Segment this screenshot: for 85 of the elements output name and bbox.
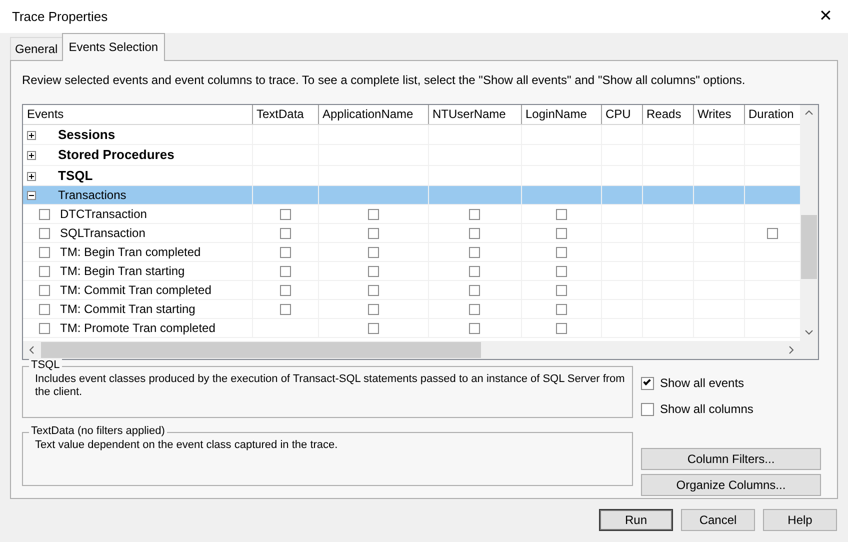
scroll-down-icon[interactable] xyxy=(805,330,813,335)
column-checkbox[interactable] xyxy=(280,228,290,240)
scroll-thumb[interactable] xyxy=(801,215,817,279)
scroll-thumb[interactable] xyxy=(41,342,481,358)
column-header[interactable]: Reads xyxy=(642,105,693,124)
event-checkbox[interactable] xyxy=(39,247,50,258)
dialog-button[interactable]: Help xyxy=(763,509,837,531)
column-checkbox[interactable] xyxy=(280,247,290,258)
instructions-text: Review selected events and event columns to trace. To see a complete list, select the "Show all events" and "Show all columns" options. xyxy=(22,72,746,89)
expand-toggle[interactable] xyxy=(27,191,36,200)
event-label: SQLTransaction xyxy=(60,226,146,240)
tab[interactable]: Events Selection xyxy=(62,33,166,61)
column-header[interactable]: Duration xyxy=(744,105,800,124)
expand-toggle[interactable] xyxy=(27,172,36,181)
column-checkbox[interactable] xyxy=(469,209,480,220)
column-checkbox[interactable] xyxy=(556,323,566,334)
horizontal-scrollbar[interactable] xyxy=(23,341,800,359)
close-button[interactable]: ✕ xyxy=(815,8,836,24)
column-checkbox[interactable] xyxy=(469,228,480,240)
column-header[interactable]: Events xyxy=(23,105,252,124)
column-checkbox[interactable] xyxy=(469,285,480,296)
category-label: TSQL xyxy=(58,168,93,182)
description-text: Includes event classes produced by the execution of Transact-SQL statements passed to an instance of SQL Server from the client. xyxy=(35,373,626,400)
column-checkbox[interactable] xyxy=(556,304,566,316)
column-checkbox[interactable] xyxy=(368,247,378,258)
column-checkbox[interactable] xyxy=(556,247,566,258)
column-checkbox[interactable] xyxy=(280,209,290,220)
event-checkbox[interactable] xyxy=(39,285,50,296)
column-checkbox[interactable] xyxy=(368,323,378,334)
event-label: TM: Promote Tran completed xyxy=(60,321,216,335)
column-header[interactable]: Writes xyxy=(693,105,744,124)
column-header[interactable]: CPU xyxy=(601,105,642,124)
dialog-button[interactable]: Run xyxy=(599,509,673,531)
category-label: Sessions xyxy=(58,126,116,142)
column-checkbox[interactable] xyxy=(368,266,378,278)
event-label: TM: Begin Tran starting xyxy=(60,264,185,278)
column-checkbox[interactable] xyxy=(368,228,378,240)
event-label: TM: Commit Tran starting xyxy=(60,302,196,316)
column-checkbox[interactable] xyxy=(280,266,290,278)
column-checkbox[interactable] xyxy=(368,304,378,316)
scroll-up-icon[interactable] xyxy=(805,110,813,115)
column-header[interactable]: LoginName xyxy=(521,105,601,124)
column-checkbox[interactable] xyxy=(368,285,378,296)
category-label: Transactions xyxy=(58,188,126,202)
column-checkbox[interactable] xyxy=(556,209,566,220)
column-checkbox[interactable] xyxy=(469,323,480,334)
event-checkbox[interactable] xyxy=(39,266,50,278)
description-text: Text value dependent on the event class captured in the trace. xyxy=(35,439,339,452)
category-label: Stored Procedures xyxy=(58,147,174,162)
event-label: TM: Commit Tran completed xyxy=(60,283,212,297)
event-checkbox[interactable] xyxy=(39,304,50,316)
expand-toggle[interactable] xyxy=(27,130,36,140)
column-checkbox[interactable] xyxy=(469,304,480,316)
column-checkbox[interactable] xyxy=(469,266,480,278)
tab[interactable]: General xyxy=(10,37,63,60)
checkbox-label[interactable]: Show all columns xyxy=(660,400,754,418)
event-checkbox[interactable] xyxy=(39,209,50,220)
column-checkbox[interactable] xyxy=(469,247,480,258)
dialog-button[interactable]: Cancel xyxy=(681,509,755,531)
column-checkbox[interactable] xyxy=(280,285,290,296)
column-checkbox[interactable] xyxy=(556,228,566,240)
column-checkbox[interactable] xyxy=(368,209,378,220)
column-header[interactable]: ApplicationName xyxy=(318,105,428,124)
vertical-scrollbar[interactable] xyxy=(800,105,818,341)
group-title: TextData (no filters applied) xyxy=(29,425,167,438)
column-checkbox[interactable] xyxy=(767,228,778,240)
column-header[interactable]: TextData xyxy=(252,105,318,124)
checkbox-label[interactable]: Show all events xyxy=(660,374,744,392)
dialog-button[interactable]: Organize Columns... xyxy=(641,474,821,496)
column-checkbox[interactable] xyxy=(556,266,566,278)
event-label: DTCTransaction xyxy=(60,207,147,221)
column-checkbox[interactable] xyxy=(556,285,566,296)
group-title: TSQL xyxy=(29,359,62,372)
scroll-left-icon[interactable] xyxy=(29,346,34,354)
event-label: TM: Begin Tran completed xyxy=(60,245,201,259)
window-title: Trace Properties xyxy=(12,8,108,26)
dialog-button[interactable]: Column Filters... xyxy=(641,448,821,470)
expand-toggle[interactable] xyxy=(27,151,36,160)
scroll-right-icon[interactable] xyxy=(789,346,794,354)
column-checkbox[interactable] xyxy=(280,304,290,316)
event-checkbox[interactable] xyxy=(39,228,50,240)
event-checkbox[interactable] xyxy=(39,323,50,334)
checkbox[interactable] xyxy=(641,376,654,390)
checkbox[interactable] xyxy=(641,402,654,416)
column-header[interactable]: NTUserName xyxy=(428,105,521,124)
